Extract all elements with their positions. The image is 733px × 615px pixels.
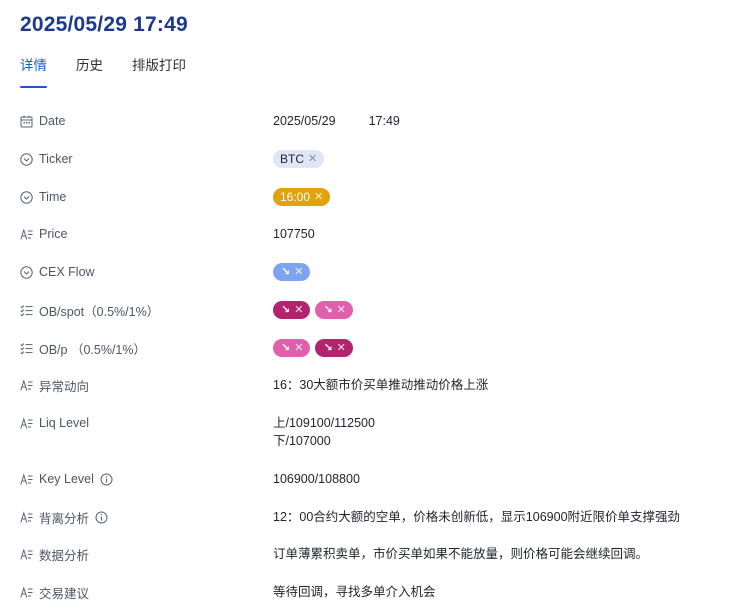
text-field-icon — [20, 585, 33, 599]
text-field-icon — [20, 547, 33, 561]
date-text: 2025/05/29 — [273, 114, 336, 128]
info-icon[interactable] — [95, 511, 108, 524]
liq-level-value[interactable]: 上/109100/112500 下/107000 — [273, 414, 375, 450]
field-label: 背离分析 — [20, 507, 108, 527]
ob-spot-value: ↘ ✕ ↘ ✕ — [273, 300, 358, 320]
calendar-icon — [20, 115, 33, 128]
divergence-value[interactable]: 12：00合约大额的空单，价格未创新低，显示106900附近限价单支撑强劲 — [273, 507, 680, 527]
arrow-down-right-icon: ↘ — [281, 304, 291, 316]
close-icon[interactable]: ✕ — [308, 150, 317, 168]
text-field-icon — [20, 416, 33, 430]
ob-p-tag-1[interactable]: ↘ ✕ — [315, 339, 353, 357]
ob-p-value: ↘ ✕ ↘ ✕ — [273, 338, 358, 358]
text-field-icon — [20, 227, 33, 241]
key-level-value[interactable]: 106900/108800 — [273, 469, 360, 489]
field-label: 异常动向 — [20, 375, 89, 395]
field-label: CEX Flow — [20, 262, 95, 282]
arrow-down-right-icon: ↘ — [323, 304, 333, 316]
tab-bar: 详情 历史 排版打印 — [20, 56, 215, 88]
field-label: Ticker — [20, 149, 73, 169]
close-icon[interactable]: ✕ — [337, 339, 346, 357]
price-value[interactable]: 107750 — [273, 224, 315, 244]
time-text: 17:49 — [368, 114, 400, 128]
text-field-icon — [20, 510, 33, 524]
time-tag[interactable]: 16:00 ✕ — [273, 188, 331, 206]
tab-details[interactable]: 详情 — [20, 56, 47, 88]
close-icon[interactable]: ✕ — [337, 301, 346, 319]
arrow-down-right-icon: ↘ — [323, 342, 333, 354]
date-value[interactable]: 2025/05/29 17:49 — [273, 111, 400, 131]
trade-advice-value[interactable]: 等待回调，寻找多单介入机会 — [273, 582, 436, 602]
liq-level-upper: 上/109100/112500 — [273, 416, 375, 430]
tab-history[interactable]: 历史 — [76, 56, 103, 88]
liq-level-lower: 下/107000 — [273, 434, 331, 448]
time-value: 16:00 ✕ — [273, 187, 335, 207]
ticker-tag[interactable]: BTC ✕ — [273, 150, 325, 168]
close-icon[interactable]: ✕ — [294, 263, 303, 281]
close-icon[interactable]: ✕ — [294, 339, 303, 357]
field-label: Key Level — [20, 469, 113, 489]
field-label: OB/p （0.5%/1%） — [20, 338, 146, 358]
field-label: Time — [20, 187, 66, 207]
arrow-down-right-icon: ↘ — [281, 342, 291, 354]
page-title: 2025/05/29 17:49 — [20, 13, 188, 36]
close-icon[interactable]: ✕ — [294, 301, 303, 319]
close-icon[interactable]: ✕ — [314, 188, 323, 206]
chevron-circle-icon — [20, 190, 33, 204]
chevron-circle-icon — [20, 265, 33, 279]
cex-flow-tag[interactable]: ↘ ✕ — [273, 263, 311, 281]
data-analysis-value[interactable]: 订单薄累积卖单，市价买单如果不能放量，则价格可能会继续回调。 — [273, 544, 648, 564]
checklist-icon — [20, 304, 33, 317]
field-label: Price — [20, 224, 67, 244]
ticker-value: BTC ✕ — [273, 149, 329, 169]
ob-spot-tag-1[interactable]: ↘ ✕ — [315, 301, 353, 319]
ob-spot-tag-0[interactable]: ↘ ✕ — [273, 301, 311, 319]
info-icon[interactable] — [100, 473, 113, 486]
text-field-icon — [20, 378, 33, 392]
anomaly-value[interactable]: 16：30大额市价买单推动推动价格上涨 — [273, 375, 488, 395]
tab-print-layout[interactable]: 排版打印 — [132, 56, 186, 88]
field-label: Liq Level — [20, 413, 89, 433]
field-label: 数据分析 — [20, 544, 89, 564]
field-label: 交易建议 — [20, 582, 89, 602]
field-label: Date — [20, 111, 65, 131]
chevron-circle-icon — [20, 152, 33, 166]
field-label: OB/spot（0.5%/1%） — [20, 300, 159, 320]
text-field-icon — [20, 472, 33, 486]
checklist-icon — [20, 342, 33, 355]
arrow-down-right-icon: ↘ — [281, 266, 291, 278]
cex-flow-value: ↘ ✕ — [273, 262, 315, 282]
ob-p-tag-0[interactable]: ↘ ✕ — [273, 339, 311, 357]
